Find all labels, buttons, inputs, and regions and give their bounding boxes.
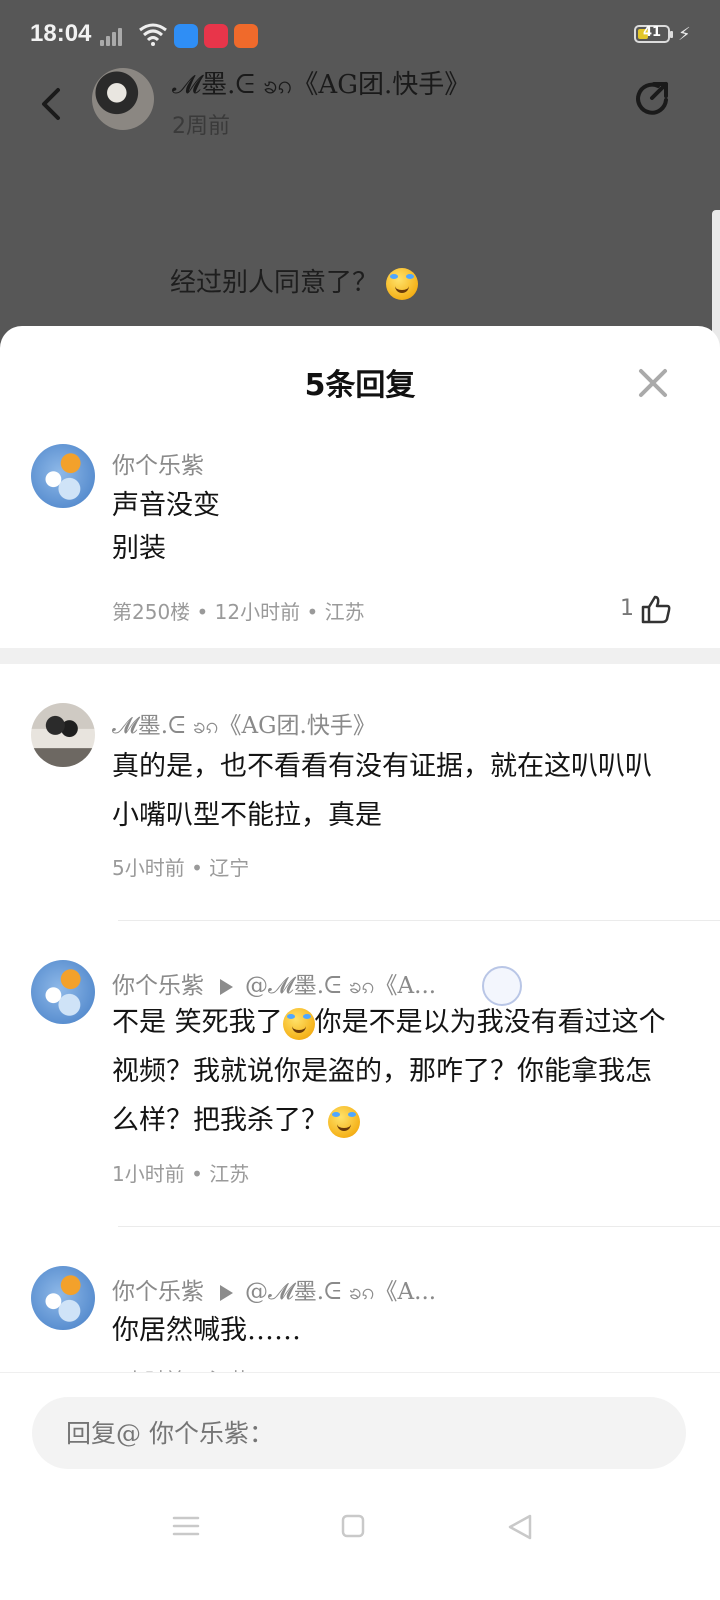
battery-icon: 41 <box>634 25 673 43</box>
replies-sheet: 5条回复 你个乐紫 声音没变 别装 第250楼 • 12小时前 • 江苏 1 𝓜… <box>0 326 720 1600</box>
background-overlay[interactable]: 18:04 41 ⚡ 𝓜墨.ᕮ ၶၵ《AG团.快手》 2周前 经过别人同意了？ <box>0 0 720 380</box>
thumbs-up-icon[interactable] <box>640 594 672 624</box>
comment-text[interactable]: 你居然喊我…… <box>112 1306 301 1355</box>
reply-bar <box>0 1372 720 1600</box>
avatar[interactable] <box>31 703 95 767</box>
reply-target[interactable]: @𝓜墨.ᕮ ၶၵ《A... <box>245 973 436 999</box>
laughing-crying-emoji-icon <box>386 268 419 300</box>
sheet-title: 5条回复 <box>304 368 416 403</box>
signal-icon <box>100 24 130 46</box>
laughing-crying-emoji-icon <box>328 1105 360 1138</box>
comment-meta: 第250楼 • 12小时前 • 江苏 <box>112 600 365 624</box>
post-author-name[interactable]: 𝓜墨.ᕮ ၶၵ《AG团.快手》 <box>172 64 470 106</box>
comment-username[interactable]: 𝓜墨.ᕮ ၶၵ《AG团.快手》 <box>112 706 376 745</box>
post-time: 2周前 <box>172 114 230 139</box>
reply-target[interactable]: @𝓜墨.ᕮ ၶၵ《A... <box>245 1279 436 1305</box>
comment-text[interactable]: 不是 笑死我了 你是不是以为我没有看过这个视频？我就说你是盗的，那咋了？你能拿我怎… <box>112 998 678 1145</box>
status-time: 18:04 <box>30 20 92 47</box>
reply-arrow-icon <box>220 979 233 995</box>
app-notification-icon <box>174 24 198 48</box>
avatar[interactable] <box>31 444 95 508</box>
divider <box>118 920 720 921</box>
menu-nav-icon[interactable] <box>172 1513 200 1539</box>
back-arrow-icon[interactable] <box>34 84 74 124</box>
comment-line: 声音没变 <box>112 490 220 521</box>
book-notification-icon <box>234 24 258 48</box>
comment-username[interactable]: 你个乐紫 <box>112 446 204 480</box>
comment-text-part: 不是 笑死我了 <box>112 1007 283 1038</box>
reply-input[interactable] <box>32 1397 686 1469</box>
share-icon[interactable] <box>632 78 674 120</box>
reply-arrow-icon <box>220 1285 233 1301</box>
charging-icon: ⚡ <box>678 24 691 45</box>
laughing-crying-emoji-icon <box>282 1007 315 1040</box>
avatar[interactable] <box>31 960 95 1024</box>
section-divider <box>0 648 720 664</box>
close-icon[interactable] <box>638 368 668 398</box>
reply-author[interactable]: 你个乐紫 <box>112 1279 204 1305</box>
battery-level: 41 <box>642 25 662 40</box>
comment-text[interactable]: 声音没变 别装 <box>112 484 220 570</box>
comment-text[interactable]: 真的是，也不看看有没有证据，就在这叭叭叭小嘴叭型不能拉，真是 <box>112 742 678 840</box>
like-count: 1 <box>620 596 634 621</box>
reply-author[interactable]: 你个乐紫 <box>112 973 204 999</box>
comment-meta: 1小时前 • 江苏 <box>112 1162 250 1186</box>
post-comment-text: 经过别人同意了？ <box>170 262 419 300</box>
post-author-avatar[interactable] <box>92 68 154 130</box>
status-bar: 18:04 41 ⚡ <box>0 0 720 70</box>
recording-notification-icon <box>204 24 228 48</box>
divider <box>118 1226 720 1227</box>
back-nav-icon[interactable] <box>506 1513 534 1541</box>
comment-line: 别装 <box>112 533 166 564</box>
avatar[interactable] <box>31 1266 95 1330</box>
home-nav-icon[interactable] <box>340 1513 366 1539</box>
wifi-icon <box>139 23 167 46</box>
comment-meta: 5小时前 • 辽宁 <box>112 856 250 880</box>
post-comment-body: 经过别人同意了？ <box>170 268 379 298</box>
